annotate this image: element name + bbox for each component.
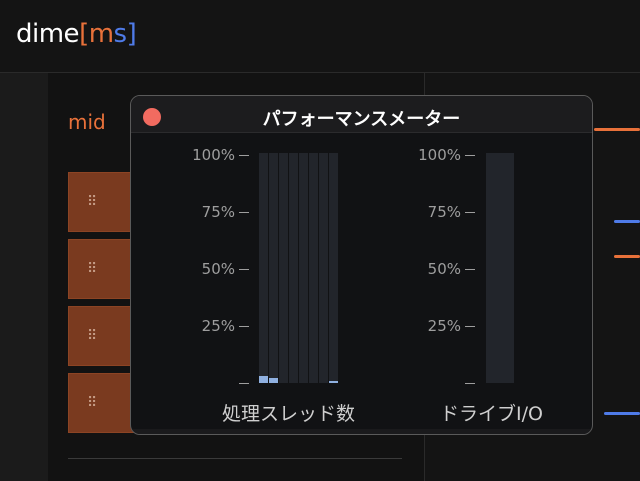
window-footer xyxy=(131,429,592,434)
logo-m: m xyxy=(88,19,114,49)
left-strip xyxy=(0,73,48,481)
tick-label: 25% xyxy=(427,317,461,335)
tick-label: 25% xyxy=(201,317,235,335)
logo-s: s xyxy=(113,19,128,49)
thread-bar xyxy=(299,153,308,383)
thread-bar xyxy=(269,153,278,383)
logo-text: dime xyxy=(16,19,80,49)
tick-mark xyxy=(239,155,249,156)
drag-handle-icon[interactable]: ⠿ xyxy=(87,396,97,410)
top-bar: dime[ms] xyxy=(0,0,640,73)
thread-bar-fill xyxy=(329,381,338,383)
tick-mark xyxy=(239,212,249,213)
performance-meter-window: パフォーマンスメーター 100% 75% 50% 25% 処理スレッド数 100… xyxy=(130,95,593,435)
tick-mark xyxy=(239,383,249,384)
thread-bar xyxy=(319,153,328,383)
app-logo[interactable]: dime[ms] xyxy=(16,17,137,51)
logo-bracket-open: [ xyxy=(79,19,89,49)
tick-label: 75% xyxy=(201,203,235,221)
timeline-marker xyxy=(594,128,640,131)
thread-bar-fill xyxy=(269,378,278,383)
tick-mark xyxy=(465,212,475,213)
tick-label: 50% xyxy=(427,260,461,278)
drag-handle-icon[interactable]: ⠿ xyxy=(87,195,97,209)
thread-bar xyxy=(309,153,318,383)
timeline-marker xyxy=(614,220,640,223)
tick-mark xyxy=(239,326,249,327)
tick-mark xyxy=(465,383,475,384)
thread-bar-fill xyxy=(259,376,268,383)
tick-mark xyxy=(465,155,475,156)
thread-meter-label: 処理スレッド数 xyxy=(222,403,356,425)
thread-bar xyxy=(279,153,288,383)
tick-label: 100% xyxy=(418,146,461,164)
thread-bar xyxy=(289,153,298,383)
tick-label: 75% xyxy=(427,203,461,221)
thread-bar xyxy=(329,153,338,383)
timeline-marker xyxy=(614,255,640,258)
drive-meter-label: ドライブI/O xyxy=(440,403,543,425)
tick-mark xyxy=(465,269,475,270)
tick-mark xyxy=(239,269,249,270)
drive-meter-bar xyxy=(486,153,514,383)
drag-handle-icon[interactable]: ⠿ xyxy=(87,329,97,343)
window-titlebar[interactable]: パフォーマンスメーター xyxy=(131,96,592,133)
tick-label: 100% xyxy=(192,146,235,164)
logo-bracket-close: ] xyxy=(126,19,137,49)
window-title: パフォーマンスメーター xyxy=(262,109,461,130)
drag-handle-icon[interactable]: ⠿ xyxy=(87,262,97,276)
section-label: mid xyxy=(68,110,106,134)
timeline-marker xyxy=(604,412,640,415)
tick-mark xyxy=(465,326,475,327)
divider xyxy=(68,458,402,459)
thread-bar xyxy=(259,153,268,383)
tick-label: 50% xyxy=(201,260,235,278)
